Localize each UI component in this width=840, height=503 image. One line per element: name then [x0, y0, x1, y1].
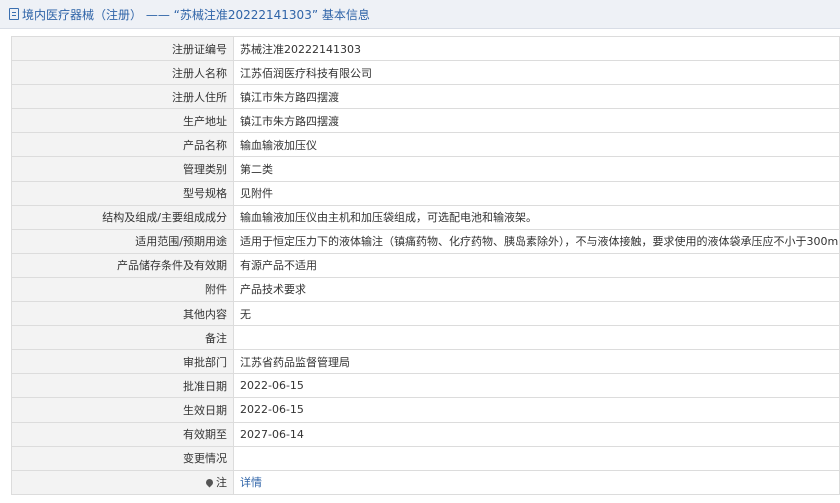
field-label: 批准日期: [11, 373, 234, 399]
table-row: 生产地址 镇江市朱方路四摆渡: [11, 108, 840, 134]
map-pin-icon: [204, 477, 215, 488]
page-header: 境内医疗器械（注册） —— “苏械注准20222141303” 基本信息: [0, 0, 840, 29]
field-label: 生效日期: [11, 397, 234, 423]
table-row: 批准日期 2022-06-15: [11, 373, 840, 399]
field-label: 结构及组成/主要组成成分: [11, 204, 234, 230]
field-value: 产品技术要求: [233, 276, 840, 303]
field-label: 注册人名称: [11, 60, 234, 86]
field-label: 有效期至: [11, 421, 234, 447]
field-value: 2027-06-14: [233, 421, 840, 447]
field-label: 注册证编号: [11, 35, 234, 62]
table-row: 注册人住所 镇江市朱方路四摆渡: [11, 84, 840, 110]
table-row: 生效日期 2022-06-15: [11, 397, 840, 423]
details-link[interactable]: 详情: [240, 476, 262, 489]
field-label: 生产地址: [11, 108, 234, 134]
field-label: 注册人住所: [11, 84, 234, 110]
field-value: 有源产品不适用: [233, 252, 840, 278]
note-value-cell: 详情: [233, 469, 840, 495]
field-value: 输血输液加压仪由主机和加压袋组成，可选配电池和输液架。: [233, 204, 840, 230]
note-label-cell: 注: [11, 469, 234, 495]
field-value: 2022-06-15: [233, 373, 840, 399]
field-value: 江苏佰润医疗科技有限公司: [233, 60, 840, 86]
table-row: 审批部门 江苏省药品监督管理局: [11, 349, 840, 375]
field-value: 苏械注准20222141303: [233, 35, 840, 62]
field-value: 2022-06-15: [233, 397, 840, 423]
table-row: 备注: [11, 325, 840, 351]
table-row: 附件 产品技术要求: [11, 276, 840, 303]
field-label: 产品名称: [11, 132, 234, 158]
field-value: [233, 325, 840, 351]
table-row: 型号规格 见附件: [11, 180, 840, 206]
document-icon: [9, 8, 19, 20]
table-row: 产品储存条件及有效期 有源产品不适用: [11, 252, 840, 278]
field-label: 其他内容: [11, 301, 234, 327]
field-value: [233, 445, 840, 471]
table-row: 注册证编号 苏械注准20222141303: [11, 35, 840, 62]
field-value: 适用于恒定压力下的液体输注（镇痛药物、化疗药物、胰岛素除外），不与液体接触，要求…: [233, 228, 840, 254]
field-value: 见附件: [233, 180, 840, 206]
field-value: 镇江市朱方路四摆渡: [233, 84, 840, 110]
table-row: 其他内容无: [11, 301, 840, 327]
field-value: 镇江市朱方路四摆渡: [233, 108, 840, 134]
field-value: 无: [233, 301, 840, 327]
table-row: 注册人名称 江苏佰润医疗科技有限公司: [11, 60, 840, 86]
note-label: 注: [216, 476, 227, 490]
field-label: 产品储存条件及有效期: [11, 252, 234, 278]
table-row: 产品名称 输血输液加压仪: [11, 132, 840, 158]
table-row: 有效期至 2027-06-14: [11, 421, 840, 447]
table-row: 结构及组成/主要组成成分 输血输液加压仪由主机和加压袋组成，可选配电池和输液架。: [11, 204, 840, 230]
field-label: 变更情况: [11, 445, 234, 471]
page-title: 境内医疗器械（注册） —— “苏械注准20222141303” 基本信息: [22, 7, 370, 22]
info-table: 注册证编号 苏械注准20222141303 注册人名称 江苏佰润医疗科技有限公司 注…: [11, 35, 840, 495]
note-row: 注 详情: [11, 469, 840, 495]
field-label: 适用范围/预期用途: [11, 228, 234, 254]
table-row: 适用范围/预期用途 适用于恒定压力下的液体输注（镇痛药物、化疗药物、胰岛素除外），…: [11, 228, 840, 254]
field-label: 管理类别: [11, 156, 234, 182]
table-row: 变更情况: [11, 445, 840, 471]
field-label: 附件: [11, 276, 234, 303]
field-label: 审批部门: [11, 349, 234, 375]
field-label: 备注: [11, 325, 234, 351]
field-value: 输血输液加压仪: [233, 132, 840, 158]
field-value: 第二类: [233, 156, 840, 182]
table-row: 管理类别 第二类: [11, 156, 840, 182]
field-value: 江苏省药品监督管理局: [233, 349, 840, 375]
field-label: 型号规格: [11, 180, 234, 206]
